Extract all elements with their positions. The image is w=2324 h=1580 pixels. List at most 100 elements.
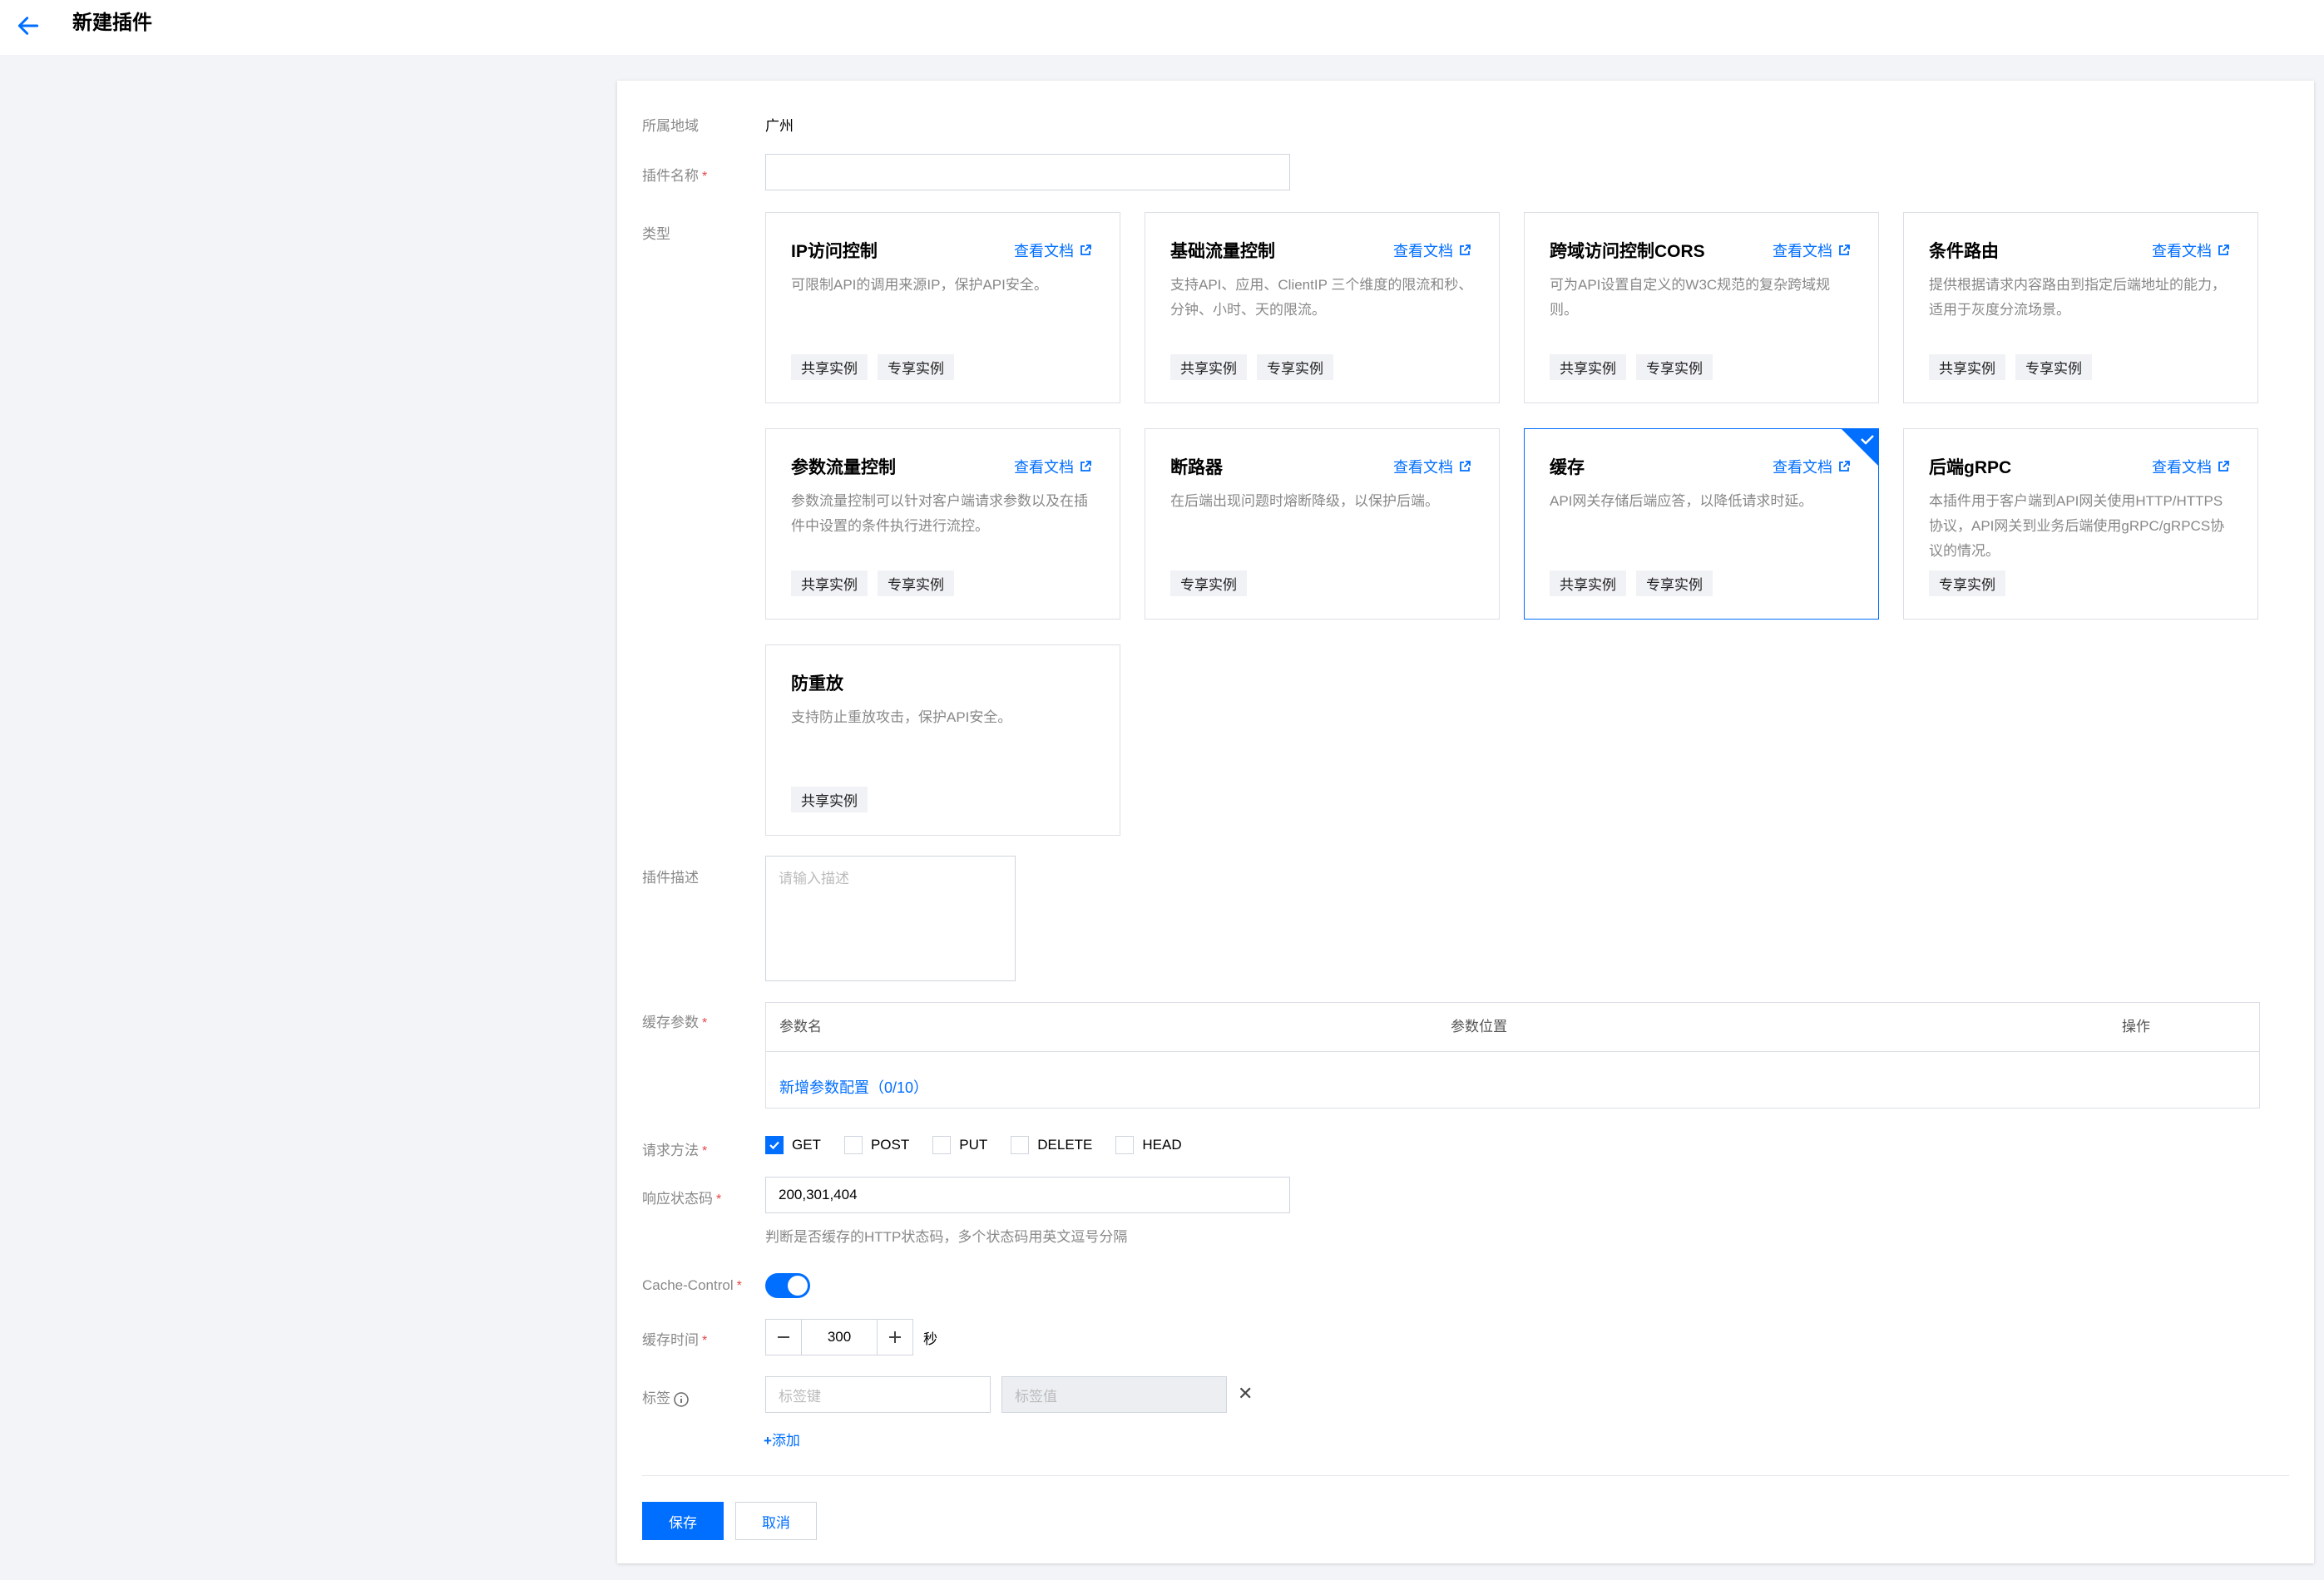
tag-key-input[interactable]: 标签键 bbox=[765, 1376, 991, 1413]
cache-time-label: 缓存时间 * bbox=[642, 1332, 708, 1348]
card-title: 跨域访问控制CORS bbox=[1550, 242, 1705, 261]
card-description: 参数流量控制可以针对客户端请求参数以及在插件中设置的条件执行进行流控。 bbox=[791, 493, 1088, 534]
card-description: API网关存储后端应答，以降低请求时延。 bbox=[1550, 493, 1813, 509]
plugin-type-card[interactable]: 后端gRPC 查看文档 本插件用于客户端到API网关使用HTTP/HTTPS协议，A… bbox=[1903, 428, 2258, 620]
cache-time-stepper: 300 秒 bbox=[765, 1319, 937, 1355]
view-docs-link[interactable]: 查看文档 bbox=[1014, 456, 1092, 477]
toggle-knob bbox=[788, 1276, 808, 1296]
card-title: 缓存 bbox=[1550, 458, 1585, 477]
instance-tags: 共享实例 专享实例 bbox=[791, 354, 954, 380]
save-button[interactable]: 保存 bbox=[642, 1502, 724, 1540]
plugin-name-label: 插件名称 * bbox=[642, 168, 708, 184]
instance-tag: 共享实例 bbox=[1550, 354, 1626, 380]
view-docs-link[interactable]: 查看文档 bbox=[1773, 239, 1851, 261]
view-docs-label: 查看文档 bbox=[1014, 459, 1074, 476]
plugin-type-card[interactable]: 断路器 查看文档 在后端出现问题时熔断降级，以保护后端。 专享实例 bbox=[1145, 428, 1500, 620]
method-checkbox-post[interactable]: POST bbox=[843, 1136, 910, 1154]
type-label: 类型 bbox=[642, 226, 670, 242]
external-link-icon bbox=[1079, 460, 1092, 473]
instance-tag: 专享实例 bbox=[2015, 354, 2092, 380]
table-divider bbox=[766, 1051, 2259, 1052]
instance-tag: 共享实例 bbox=[791, 354, 868, 380]
request-method-label: 请求方法 * bbox=[642, 1143, 708, 1158]
cache-time-value[interactable]: 300 bbox=[802, 1319, 877, 1355]
remove-tag-icon[interactable]: ✕ bbox=[1238, 1383, 1253, 1405]
view-docs-link[interactable]: 查看文档 bbox=[2152, 239, 2230, 261]
cache-params-label: 缓存参数 * bbox=[642, 1015, 708, 1030]
view-docs-label: 查看文档 bbox=[1014, 243, 1074, 259]
card-title: 断路器 bbox=[1170, 458, 1223, 477]
view-docs-link[interactable]: 查看文档 bbox=[2152, 456, 2230, 477]
method-checkbox-get[interactable]: GET bbox=[765, 1136, 821, 1154]
view-docs-link[interactable]: 查看文档 bbox=[1014, 239, 1092, 261]
column-header-action: 操作 bbox=[2122, 1019, 2150, 1034]
view-docs-link[interactable]: 查看文档 bbox=[1393, 239, 1471, 261]
view-docs-label: 查看文档 bbox=[1393, 459, 1453, 476]
cache-control-label: Cache-Control * bbox=[642, 1277, 742, 1293]
cache-control-toggle[interactable] bbox=[765, 1273, 810, 1298]
external-link-icon bbox=[1458, 244, 1471, 257]
card-title: 条件路由 bbox=[1929, 242, 1999, 261]
add-param-link[interactable]: 新增参数配置（0/10） bbox=[779, 1076, 928, 1098]
card-title: 基础流量控制 bbox=[1170, 242, 1275, 261]
response-code-hint: 判断是否缓存的HTTP状态码，多个状态码用英文逗号分隔 bbox=[765, 1229, 1128, 1245]
method-label: PUT bbox=[959, 1137, 988, 1153]
method-checkbox-delete[interactable]: DELETE bbox=[1011, 1136, 1092, 1154]
response-code-input[interactable]: 200,301,404 bbox=[765, 1177, 1290, 1213]
selected-check-icon bbox=[1842, 429, 1878, 466]
method-label: GET bbox=[792, 1137, 821, 1153]
view-docs-label: 查看文档 bbox=[2152, 459, 2212, 476]
region-label: 所属地域 bbox=[642, 118, 699, 134]
instance-tags: 共享实例 专享实例 bbox=[1550, 354, 1713, 380]
tag-value-input[interactable]: 标签值 bbox=[1001, 1376, 1227, 1413]
external-link-icon bbox=[1079, 244, 1092, 257]
checkbox-box bbox=[843, 1136, 863, 1154]
card-description: 支持防止重放攻击，保护API安全。 bbox=[791, 709, 1012, 725]
description-textarea[interactable]: 请输入描述 bbox=[765, 856, 1016, 981]
instance-tag: 共享实例 bbox=[1550, 570, 1626, 596]
checkbox-box bbox=[932, 1136, 952, 1154]
checkbox-box bbox=[765, 1136, 784, 1154]
method-label: POST bbox=[870, 1137, 910, 1153]
view-docs-link[interactable]: 查看文档 bbox=[1393, 456, 1471, 477]
method-label: DELETE bbox=[1037, 1137, 1093, 1153]
external-link-icon bbox=[2217, 244, 2230, 257]
card-description: 可限制API的调用来源IP，保护API安全。 bbox=[791, 277, 1048, 293]
method-checkbox-put[interactable]: PUT bbox=[932, 1136, 987, 1154]
method-checkbox-head[interactable]: HEAD bbox=[1115, 1136, 1182, 1154]
checkbox-box bbox=[1115, 1136, 1135, 1154]
external-link-icon bbox=[1837, 244, 1851, 257]
arrow-left-icon[interactable] bbox=[15, 12, 42, 39]
minus-icon bbox=[778, 1336, 789, 1338]
external-link-icon bbox=[1458, 460, 1471, 473]
card-description: 支持API、应用、ClientIP 三个维度的限流和秒、分钟、小时、天的限流。 bbox=[1170, 277, 1473, 318]
plugin-type-card[interactable]: 参数流量控制 查看文档 参数流量控制可以针对客户端请求参数以及在插件中设置的条件执行… bbox=[765, 428, 1120, 620]
instance-tag: 专享实例 bbox=[878, 354, 954, 380]
increment-button[interactable] bbox=[877, 1319, 913, 1355]
add-tag-label: 添加 bbox=[771, 1433, 800, 1449]
cancel-button[interactable]: 取消 bbox=[735, 1502, 817, 1540]
instance-tag: 专享实例 bbox=[1929, 570, 2005, 596]
card-description: 本插件用于客户端到API网关使用HTTP/HTTPS协议，API网关到业务后端使… bbox=[1929, 493, 2225, 559]
plugin-name-input[interactable] bbox=[765, 154, 1290, 190]
decrement-button[interactable] bbox=[765, 1319, 802, 1355]
view-docs-label: 查看文档 bbox=[1393, 243, 1453, 259]
view-docs-link[interactable]: 查看文档 bbox=[1773, 456, 1851, 477]
plugin-type-card[interactable]: 基础流量控制 查看文档支持API、应用、ClientIP 三个维度的限流和秒、分钟… bbox=[1145, 212, 1500, 403]
column-header-param-name: 参数名 bbox=[779, 1019, 822, 1034]
instance-tag: 专享实例 bbox=[1636, 354, 1713, 380]
plugin-type-card[interactable]: IP访问控制 查看文档 可限制API的调用来源IP，保护API安全。 共享实例 专享实例 bbox=[765, 212, 1120, 403]
instance-tag: 共享实例 bbox=[1170, 354, 1247, 380]
info-icon[interactable] bbox=[673, 1391, 690, 1408]
plugin-type-card[interactable]: 跨域访问控制CORS 查看文档 可为API设置自定义的W3C规范的复杂跨域规则。 共享… bbox=[1524, 212, 1879, 403]
plugin-type-card[interactable]: 缓存 查看文档 API网关存储后端应答，以降低请求时延。 共享实例 专享实例 bbox=[1524, 428, 1879, 620]
plugin-type-card[interactable]: 防重放 支持防止重放攻击，保护API安全。 共享实例 bbox=[765, 644, 1120, 836]
instance-tags: 共享实例 专享实例 bbox=[1170, 354, 1333, 380]
plus-icon bbox=[889, 1331, 901, 1343]
add-tag-button[interactable]: +添加 bbox=[764, 1429, 800, 1449]
plugin-type-card[interactable]: 条件路由 查看文档 提供根据请求内容路由到指定后端地址的能力，适用于灰度分流场景。共… bbox=[1903, 212, 2258, 403]
cache-params-table: 参数名 参数位置 操作 新增参数配置（0/10） bbox=[765, 1002, 2260, 1108]
form-panel: 所属地域 广州 插件名称 * 类型 IP访问控制 查看文档 可限制API的调用来源IP… bbox=[617, 81, 2314, 1563]
instance-tag: 专享实例 bbox=[1257, 354, 1333, 380]
footer-divider bbox=[642, 1475, 2289, 1476]
